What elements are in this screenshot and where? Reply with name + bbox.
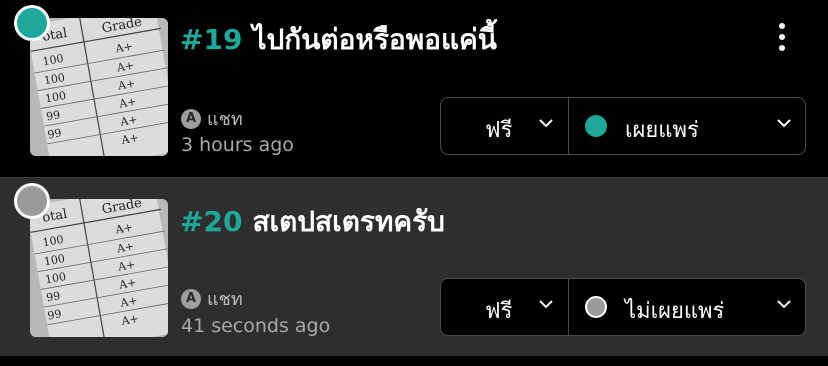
price-label: ฟรี bbox=[485, 118, 513, 143]
story-number: #20 bbox=[180, 205, 243, 238]
story-controls: ฟรี เผยแพร่ bbox=[440, 97, 806, 155]
story-type-label: แชท bbox=[207, 109, 243, 130]
thumb-score: 99 bbox=[45, 289, 61, 304]
story-type-label: แชท bbox=[207, 289, 243, 310]
story-type: A แชท bbox=[181, 104, 243, 133]
story-title[interactable]: #20 สเตปสเตรทครับ bbox=[180, 200, 445, 244]
story-thumbnail[interactable]: otal Grade 100 100 100 99 99 A+ A+ A+ A+… bbox=[30, 18, 168, 156]
story-row[interactable]: otal Grade 100 100 100 99 99 A+ A+ A+ A+… bbox=[0, 0, 828, 180]
chat-type-icon: A bbox=[181, 288, 201, 309]
story-timestamp: 41 seconds ago bbox=[181, 315, 331, 337]
story-timestamp: 3 hours ago bbox=[181, 134, 294, 156]
thumb-score: 99 bbox=[46, 307, 62, 322]
chevron-down-icon bbox=[539, 299, 553, 311]
chat-type-icon: A bbox=[181, 108, 201, 129]
thumb-score: 99 bbox=[46, 126, 62, 141]
thumb-score: 99 bbox=[45, 108, 61, 123]
story-thumbnail[interactable]: otal Grade 100 100 100 99 99 A+ A+ A+ A+… bbox=[30, 199, 168, 337]
chevron-down-icon bbox=[539, 118, 553, 130]
chevron-down-icon bbox=[777, 118, 791, 130]
price-label: ฟรี bbox=[485, 299, 513, 324]
publish-status-dropdown[interactable]: เผยแพร่ bbox=[569, 98, 805, 154]
publish-status-label: ไม่เผยแพร่ bbox=[625, 299, 725, 324]
publish-status-dropdown[interactable]: ไม่เผยแพร่ bbox=[569, 279, 805, 335]
story-controls: ฟรี ไม่เผยแพร่ bbox=[440, 278, 806, 336]
more-options-icon[interactable] bbox=[770, 18, 794, 56]
story-number: #19 bbox=[180, 23, 243, 56]
story-title-text: สเตปสเตรทครับ bbox=[252, 205, 445, 238]
publish-status-label: เผยแพร่ bbox=[625, 118, 699, 143]
story-row[interactable]: otal Grade 100 100 100 99 99 A+ A+ A+ A+… bbox=[0, 177, 828, 356]
price-dropdown[interactable]: ฟรี bbox=[441, 279, 569, 335]
selection-status-dot[interactable] bbox=[14, 183, 50, 219]
price-dropdown[interactable]: ฟรี bbox=[441, 98, 569, 154]
chevron-down-icon bbox=[777, 299, 791, 311]
grade-sheet-image: otal Grade 100 100 100 99 99 A+ A+ A+ A+… bbox=[30, 199, 168, 337]
publish-status-dot bbox=[585, 296, 607, 318]
story-title-text: ไปกันต่อหรือพอแค่นี้ bbox=[252, 23, 497, 56]
selection-status-dot[interactable] bbox=[14, 5, 50, 41]
story-type: A แชท bbox=[181, 284, 243, 313]
story-title[interactable]: #19 ไปกันต่อหรือพอแค่นี้ bbox=[180, 18, 497, 62]
row-divider bbox=[0, 356, 828, 366]
publish-status-dot bbox=[585, 115, 607, 137]
grade-sheet-image: otal Grade 100 100 100 99 99 A+ A+ A+ A+… bbox=[30, 18, 168, 156]
